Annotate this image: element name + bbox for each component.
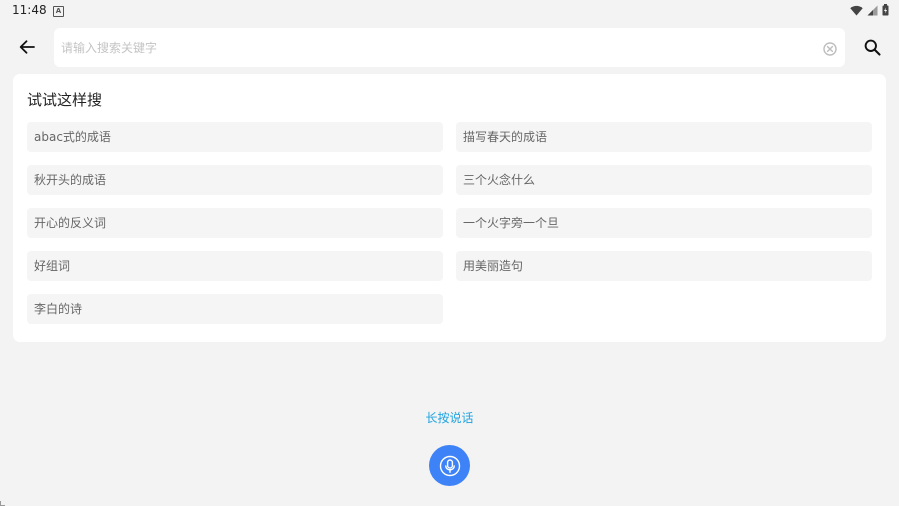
signal-icon [867, 5, 878, 15]
suggestion-chip[interactable]: abac式的成语 [27, 122, 443, 152]
suggestion-chip[interactable]: 李白的诗 [27, 294, 443, 324]
suggestion-card: 试试这样搜 abac式的成语 描写春天的成语 秋开头的成语 三个火念什么 开心的… [13, 74, 886, 342]
corner-mark [0, 501, 5, 506]
suggestion-chip[interactable]: 三个火念什么 [456, 165, 872, 195]
suggestion-chip[interactable]: 一个火字旁一个旦 [456, 208, 872, 238]
search-bar [0, 26, 899, 68]
battery-icon [882, 4, 889, 16]
status-bar: 11:48 A [0, 0, 899, 22]
clear-icon [823, 42, 837, 56]
wifi-icon [850, 5, 863, 15]
android-badge-icon: A [53, 6, 64, 17]
suggestion-chip[interactable]: 用美丽造句 [456, 251, 872, 281]
voice-hint: 长按说话 [425, 411, 474, 425]
status-time: 11:48 [12, 3, 47, 17]
status-icons [850, 4, 889, 16]
suggestion-chip[interactable]: 秋开头的成语 [27, 165, 443, 195]
microphone-icon [439, 455, 460, 476]
search-box [54, 28, 845, 67]
search-button[interactable] [860, 35, 884, 59]
search-icon [864, 39, 881, 56]
suggestion-chip[interactable]: 开心的反义词 [27, 208, 443, 238]
search-input[interactable] [61, 28, 811, 67]
clear-button[interactable] [823, 41, 837, 56]
suggestion-chip[interactable]: 描写春天的成语 [456, 122, 872, 152]
arrow-left-icon [19, 40, 35, 54]
voice-button[interactable] [429, 445, 470, 486]
suggestion-chip[interactable]: 好组词 [27, 251, 443, 281]
back-button[interactable] [14, 35, 40, 59]
suggestion-title: 试试这样搜 [27, 91, 103, 109]
